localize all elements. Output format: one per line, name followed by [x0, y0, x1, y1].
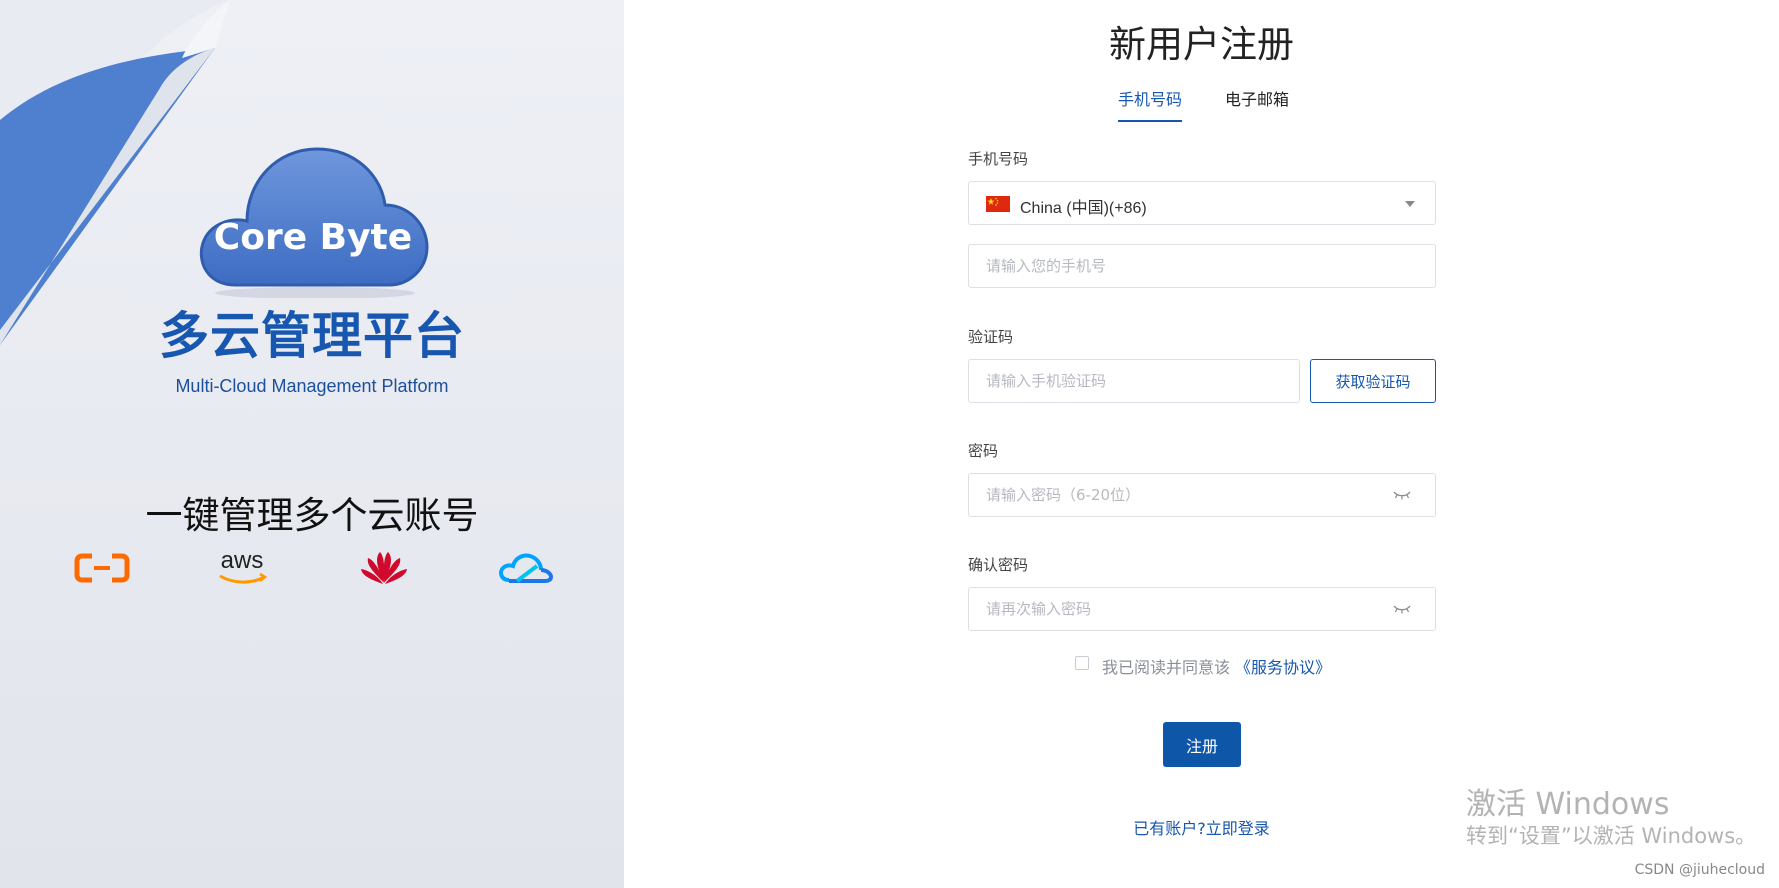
password-input[interactable]: [969, 474, 1435, 516]
windows-watermark-title: 激活 Windows: [1466, 787, 1670, 822]
brand-title: 多云管理平台: [159, 307, 465, 365]
tab-email[interactable]: 电子邮箱: [1225, 86, 1289, 120]
eye-closed-icon[interactable]: [1393, 604, 1411, 614]
password-label: 密码: [968, 442, 999, 460]
phone-input[interactable]: [969, 245, 1435, 287]
code-label: 验证码: [968, 328, 1014, 346]
get-code-button[interactable]: 获取验证码: [1310, 359, 1436, 403]
brand-subtitle: Multi-Cloud Management Platform: [175, 376, 449, 396]
phone-input-box: [968, 244, 1436, 288]
credit-text: CSDN @jiuhecloud: [1634, 862, 1765, 878]
country-value: China (中国)(+86): [1020, 200, 1147, 217]
agree-checkbox[interactable]: [1075, 656, 1089, 670]
agree-text: 我已阅读并同意该: [1102, 658, 1231, 677]
confirm-password-label: 确认密码: [968, 556, 1029, 574]
eye-closed-icon[interactable]: [1393, 490, 1411, 500]
tencent-cloud-icon: [499, 553, 554, 583]
windows-watermark-subtitle: 转到“设置”以激活 Windows。: [1466, 824, 1757, 848]
confirm-password-input[interactable]: [969, 588, 1435, 630]
china-flag-icon: [986, 196, 1010, 212]
brand-panel: Core Byte 多云管理平台 Multi-Cloud Management …: [0, 0, 624, 888]
country-select[interactable]: China (中国)(+86): [968, 181, 1436, 225]
aws-icon: aws: [219, 547, 268, 584]
register-button[interactable]: 注册: [1163, 722, 1241, 767]
logo-text: Core Byte: [214, 217, 412, 258]
aliyun-icon: [74, 553, 130, 583]
svg-text:aws: aws: [221, 547, 264, 574]
phone-label: 手机号码: [968, 150, 1029, 168]
password-input-box: [968, 473, 1436, 517]
decorative-background: [0, 0, 230, 350]
huawei-icon: [361, 552, 407, 584]
page-title: 新用户注册: [1109, 23, 1294, 66]
cloud-provider-icons: aws: [0, 546, 624, 590]
tab-phone[interactable]: 手机号码: [1118, 86, 1183, 122]
cloud-logo-icon: Core Byte: [199, 147, 429, 298]
chevron-down-icon: [1405, 201, 1415, 207]
code-input-box: [968, 359, 1300, 403]
brand-slogan: 一键管理多个云账号: [145, 494, 479, 537]
code-input[interactable]: [969, 360, 1299, 402]
service-agreement-link[interactable]: 《服务协议》: [1235, 654, 1331, 678]
confirm-password-input-box: [968, 587, 1436, 631]
